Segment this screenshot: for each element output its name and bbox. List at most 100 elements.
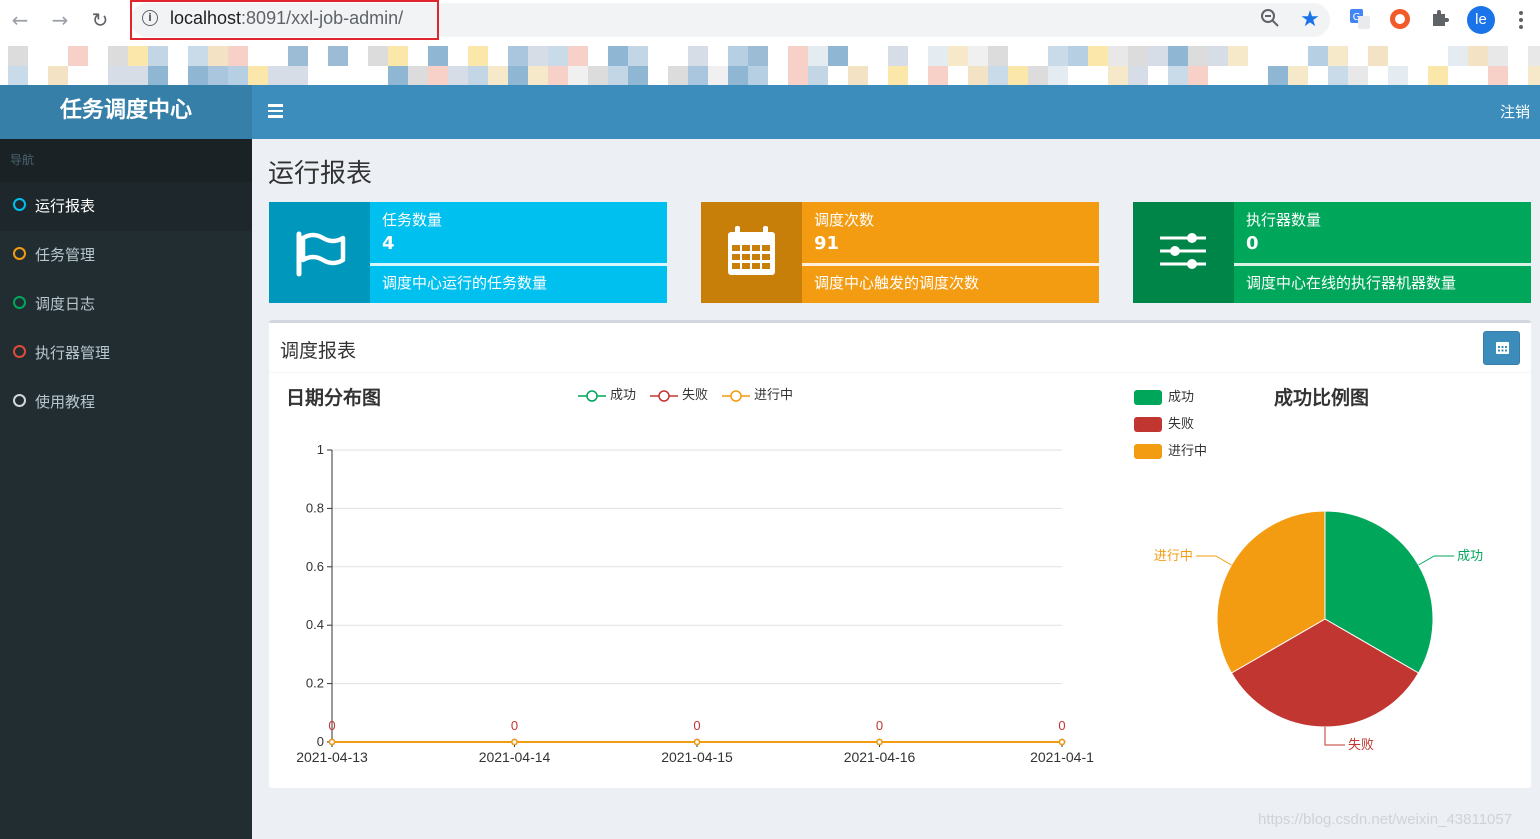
- bookmark-blur-tile: [888, 46, 908, 66]
- pie-legend-item[interactable]: 失败: [1134, 413, 1194, 432]
- bookmark-blur-tile: [748, 46, 768, 66]
- sidebar-item-2[interactable]: 调度日志: [0, 280, 252, 329]
- series-point: [876, 738, 883, 746]
- line-legend-item[interactable]: 失败: [650, 384, 708, 403]
- bookmark-star-icon[interactable]: ★: [1298, 8, 1322, 32]
- bookmark-blur-tile: [928, 46, 948, 66]
- calendar-icon: [1496, 342, 1509, 354]
- data-label: 0: [876, 718, 883, 733]
- bookmark-blur-tile: [1128, 46, 1148, 66]
- circle-icon: [13, 296, 26, 309]
- line-legend-item[interactable]: 成功: [578, 384, 636, 403]
- bookmark-blur-tile: [388, 66, 408, 85]
- zoom-icon[interactable]: [1258, 8, 1282, 32]
- sidebar-item-3[interactable]: 执行器管理: [0, 329, 252, 378]
- info-card-label: 任务数量: [382, 211, 443, 229]
- info-card-desc: 调度中心运行的任务数量: [382, 274, 548, 292]
- y-tick-label: 0.8: [306, 500, 324, 515]
- bookmark-blur-tile: [608, 46, 628, 66]
- bookmark-blur-tile: [8, 66, 28, 85]
- back-icon[interactable]: ←: [8, 8, 32, 32]
- bookmark-blur-tile: [668, 66, 688, 85]
- bookmark-blur-tile: [288, 66, 308, 85]
- bookmark-blur-tile: [1388, 66, 1408, 85]
- logout-link[interactable]: 注销: [1500, 101, 1530, 122]
- info-card-1: 调度次数 91 调度中心触发的调度次数: [701, 202, 1099, 303]
- reload-icon[interactable]: ↻: [88, 8, 112, 32]
- pie-label: 成功: [1457, 549, 1483, 564]
- bookmark-blur-tile: [128, 66, 148, 85]
- info-card-number: 0: [1246, 233, 1259, 254]
- pie-legend-item[interactable]: 成功: [1134, 386, 1194, 405]
- bookmark-blur-tile: [1488, 46, 1508, 66]
- bookmark-blur-tile: [988, 46, 1008, 66]
- bookmark-blur-tile: [228, 66, 248, 85]
- puzzle-icon[interactable]: [1428, 8, 1452, 32]
- pie-legend-item[interactable]: 进行中: [1134, 440, 1207, 459]
- sidebar-item-0[interactable]: 运行报表: [0, 182, 252, 231]
- y-tick-label: 0.6: [306, 559, 324, 574]
- sidebar-item-label: 任务管理: [35, 246, 96, 264]
- app-logo[interactable]: 任务调度中心: [0, 85, 252, 139]
- series-point: [328, 738, 336, 746]
- data-label: 0: [511, 718, 518, 733]
- pie-label: 进行中: [1154, 549, 1193, 564]
- date-range-button[interactable]: [1483, 331, 1520, 365]
- info-card-divider: [1234, 263, 1531, 266]
- y-tick-label: 0.2: [306, 676, 324, 691]
- sidebar-item-1[interactable]: 任务管理: [0, 231, 252, 280]
- translate-icon[interactable]: G: [1348, 8, 1372, 32]
- info-card-content: 执行器数量 0 调度中心在线的执行器机器数量: [1234, 202, 1531, 303]
- bookmark-blur-tile: [428, 66, 448, 85]
- bookmark-blur-tile: [1268, 66, 1288, 85]
- bookmark-blur-tile: [1528, 66, 1540, 85]
- legend-line-icon: [722, 389, 750, 402]
- pie-label-line: [1195, 555, 1232, 566]
- bookmark-blur-tile: [808, 46, 828, 66]
- info-card-divider: [802, 263, 1099, 266]
- bookmark-blur-tile: [108, 46, 128, 66]
- bookmark-blur-tile: [1008, 66, 1028, 85]
- bookmark-blur-tile: [188, 66, 208, 85]
- info-card-desc: 调度中心在线的执行器机器数量: [1246, 274, 1457, 292]
- bookmark-blur-tile: [548, 46, 568, 66]
- bookmark-blur-tile: [368, 46, 388, 66]
- sidebar-item-4[interactable]: 使用教程: [0, 378, 252, 427]
- bookmark-blur-tile: [468, 46, 488, 66]
- circle-icon: [13, 247, 26, 260]
- bookmark-blur-tile: [748, 66, 768, 85]
- line-legend-item[interactable]: 进行中: [722, 384, 793, 403]
- forward-icon[interactable]: →: [48, 8, 72, 32]
- bookmark-blur-tile: [528, 46, 548, 66]
- bookmark-blur-tile: [548, 66, 568, 85]
- sidebar: 导航 运行报表 任务管理 调度日志 执行器管理 使用教程: [0, 139, 252, 839]
- bookmark-blur-tile: [688, 46, 708, 66]
- bookmark-blur-tile: [1188, 46, 1208, 66]
- bookmark-blur-tile: [1308, 46, 1328, 66]
- line-chart: 0 0.2 0.4 0.6 0.8 1 2021-04-13 2021-04-14 2021-0…: [296, 442, 1094, 765]
- bookmark-blur-tile: [1168, 66, 1188, 85]
- sidebar-item-label: 执行器管理: [35, 344, 111, 362]
- legend-line-icon: [578, 389, 606, 402]
- bookmark-blur-tile: [1328, 46, 1348, 66]
- sliders-icon: [1133, 202, 1234, 303]
- bookmark-blur-tile: [1468, 46, 1488, 66]
- data-label: 0: [328, 718, 335, 733]
- profile-avatar[interactable]: le: [1467, 6, 1495, 34]
- bookmark-blur-tile: [528, 66, 548, 85]
- bookmark-blur-tile: [948, 46, 968, 66]
- extension-icon[interactable]: [1388, 8, 1412, 32]
- bookmark-blur-tile: [788, 66, 808, 85]
- pie-label-line: [1418, 555, 1455, 566]
- y-tick-label: 0: [317, 734, 324, 749]
- calendar-icon: [701, 202, 802, 303]
- legend-line-icon: [650, 389, 678, 402]
- legend-swatch: [1134, 417, 1162, 432]
- series-point: [1058, 738, 1066, 746]
- legend-label: 进行中: [1168, 444, 1208, 459]
- bookmark-blur-tile: [1188, 66, 1208, 85]
- bookmark-blur-tile: [1168, 46, 1188, 66]
- sidebar-toggle-icon[interactable]: [268, 104, 283, 118]
- info-card-label: 执行器数量: [1246, 211, 1322, 229]
- browser-menu-icon[interactable]: [1516, 8, 1526, 32]
